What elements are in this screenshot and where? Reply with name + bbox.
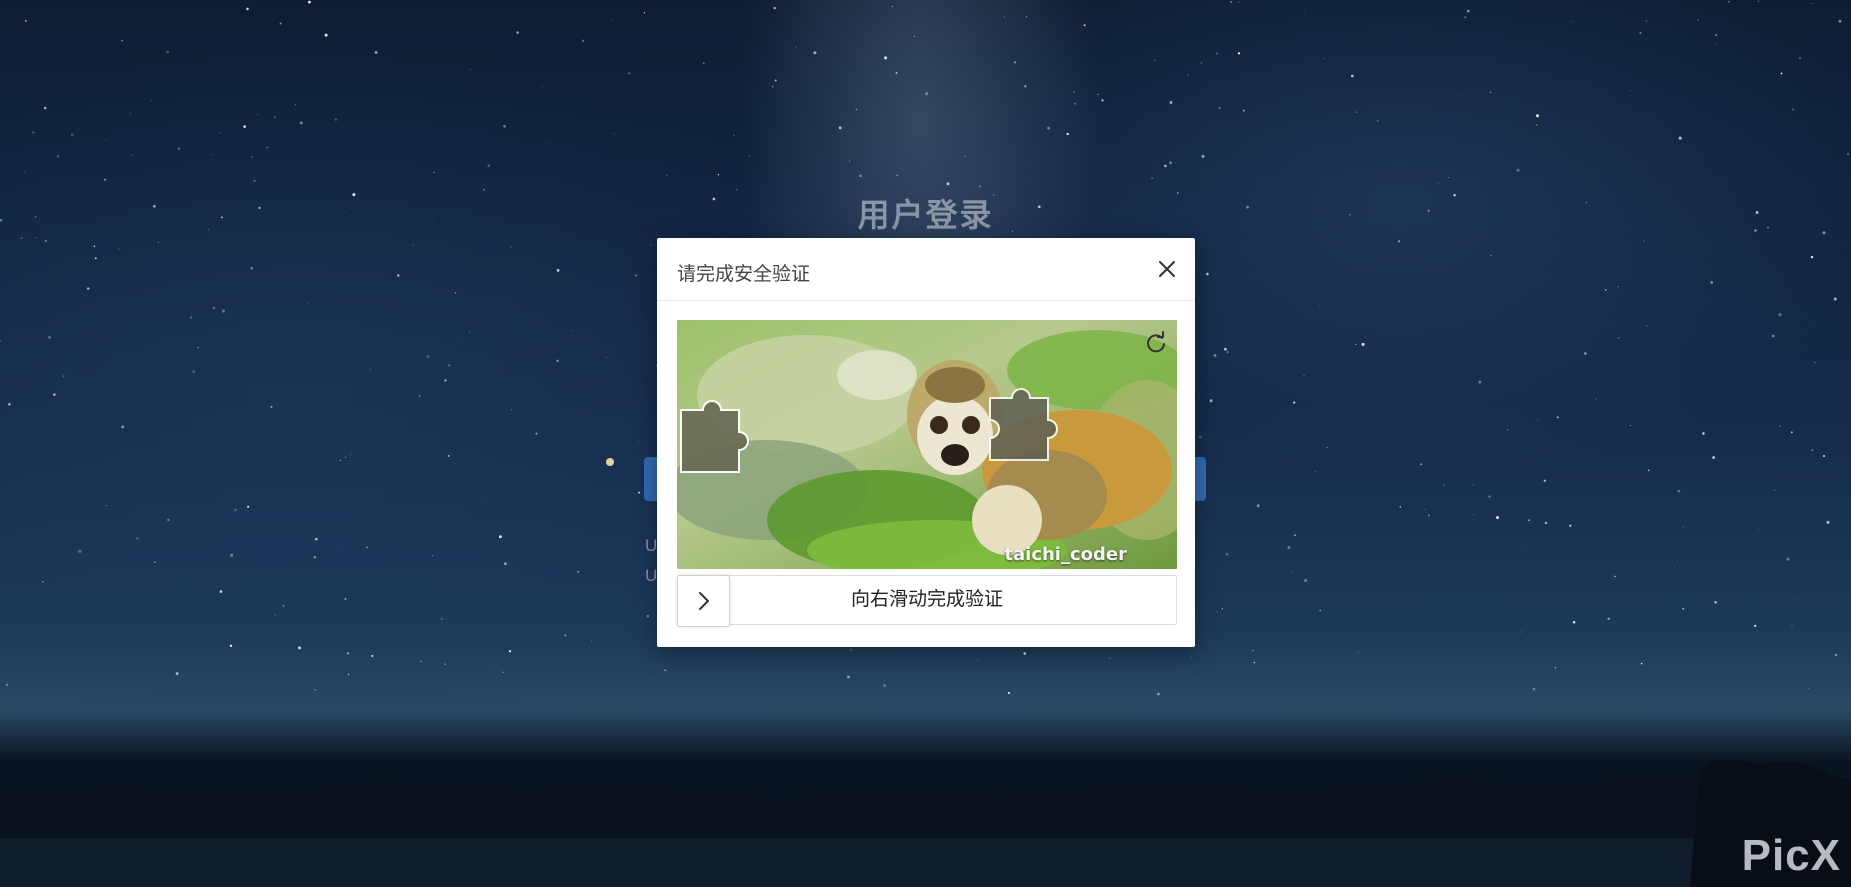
- behind-text-2: U: [645, 566, 658, 585]
- login-button-edge-left: [644, 457, 658, 501]
- captcha-puzzle-image: taichi_coder: [677, 320, 1177, 569]
- slider-handle[interactable]: [677, 575, 730, 627]
- dialog-title: 请完成安全验证: [677, 264, 811, 285]
- chevron-right-icon: [698, 592, 709, 610]
- behind-text-1: U: [645, 536, 658, 555]
- refresh-icon[interactable]: [1143, 330, 1169, 356]
- picx-watermark: PicX: [1741, 831, 1841, 880]
- page-title: 用户登录: [857, 197, 994, 233]
- slider-label: 向右滑动完成验证: [850, 589, 1003, 610]
- slider-track[interactable]: 向右滑动完成验证: [677, 575, 1177, 627]
- close-icon[interactable]: [1155, 257, 1179, 281]
- image-caption: taichi_coder: [1004, 544, 1127, 565]
- security-verification-dialog: 请完成安全验证 taichi_coder 向右滑动完成验证: [657, 238, 1195, 647]
- dialog-header: 请完成安全验证: [657, 238, 1195, 301]
- mountain-silhouette: [0, 760, 1851, 887]
